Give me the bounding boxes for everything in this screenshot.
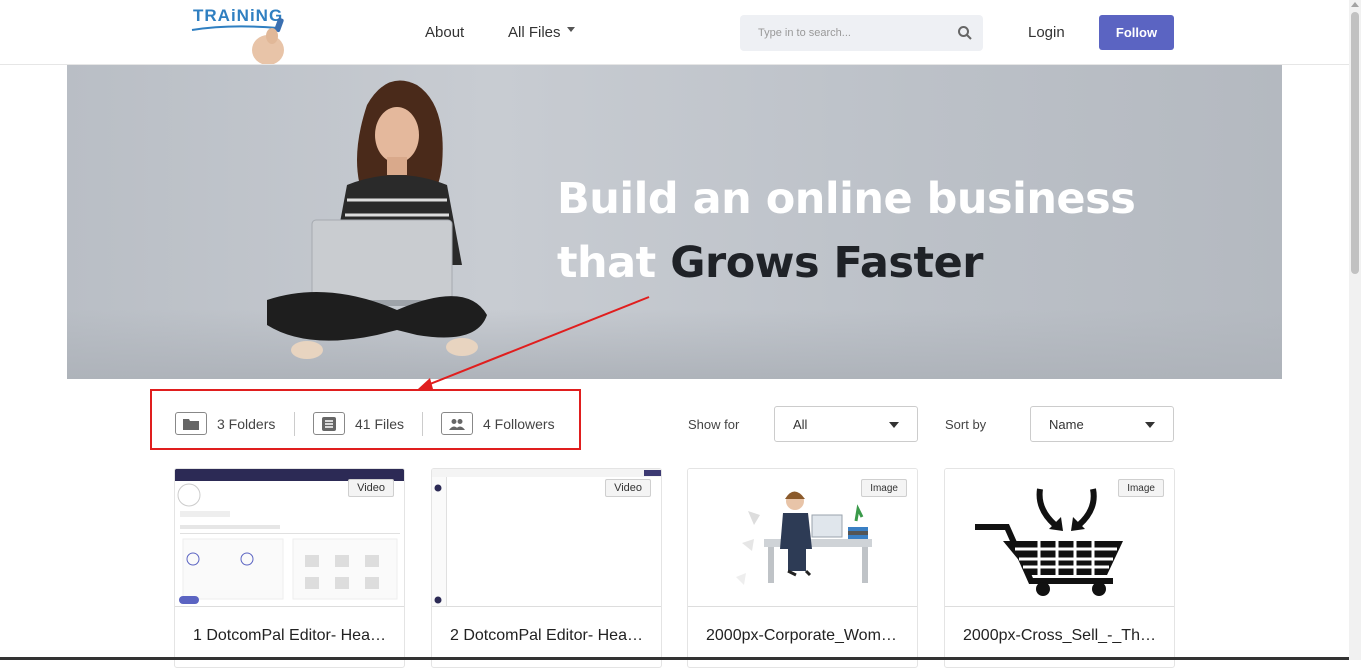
- file-card[interactable]: Video 2 DotcomPal Editor- Hea…: [431, 468, 662, 668]
- banner-headline-that: that: [557, 238, 671, 288]
- top-header: TRAiNiNG About All Files Login Follow: [0, 0, 1349, 65]
- nav-all-files-dropdown[interactable]: All Files: [508, 24, 575, 41]
- search-box: [740, 15, 983, 51]
- stat-divider: [294, 412, 295, 436]
- search-input[interactable]: [740, 27, 940, 39]
- chevron-down-icon: [1145, 422, 1155, 428]
- login-link[interactable]: Login: [1028, 24, 1065, 41]
- stat-divider: [422, 412, 423, 436]
- stat-files[interactable]: 41 Files: [313, 412, 404, 435]
- video-thumbnail: Video: [432, 469, 661, 607]
- card-type-badge: Image: [1118, 479, 1164, 497]
- show-for-label: Show for: [688, 417, 740, 432]
- follow-button[interactable]: Follow: [1099, 15, 1174, 50]
- show-for-value: All: [793, 416, 808, 432]
- file-card[interactable]: Video 1 DotcomPal Editor- Hea…: [174, 468, 405, 668]
- banner-headline: Build an online business that Grows Fast…: [557, 167, 1136, 295]
- scroll-up-arrow-icon[interactable]: [1351, 2, 1359, 7]
- banner-headline-line1: Build an online business: [557, 174, 1136, 224]
- followers-icon: [441, 412, 473, 435]
- stat-files-label: 41 Files: [355, 415, 405, 432]
- banner-headline-grows-faster: Grows Faster: [670, 238, 983, 288]
- card-type-badge: Video: [605, 479, 651, 497]
- image-thumbnail: Image: [945, 469, 1174, 607]
- banner-headline-line2: that Grows Faster: [557, 231, 1135, 295]
- hand-pen-icon: [252, 17, 284, 64]
- woman-with-laptop-illustration: [267, 80, 487, 359]
- page-scrollbar[interactable]: [1349, 0, 1361, 660]
- card-type-badge: Video: [348, 479, 394, 497]
- card-title[interactable]: 2000px-Corporate_Wom…: [706, 627, 906, 645]
- video-thumbnail: Video: [175, 469, 404, 607]
- stat-followers[interactable]: 4 Followers: [441, 412, 555, 435]
- nav-all-files-label: All Files: [508, 24, 561, 41]
- training-logo[interactable]: TRAiNiNG: [190, 2, 300, 64]
- card-title[interactable]: 2 DotcomPal Editor- Hea…: [450, 627, 650, 645]
- scrollbar-thumb[interactable]: [1351, 12, 1359, 274]
- hero-banner: Build an online business that Grows Fast…: [67, 65, 1282, 379]
- sort-by-label: Sort by: [945, 417, 987, 432]
- card-type-badge: Image: [861, 479, 907, 497]
- show-for-select[interactable]: All: [774, 406, 918, 442]
- sort-by-select[interactable]: Name: [1030, 406, 1174, 442]
- card-title[interactable]: 1 DotcomPal Editor- Hea…: [193, 627, 393, 645]
- stat-followers-label: 4 Followers: [483, 415, 555, 432]
- image-thumbnail: Image: [688, 469, 917, 607]
- stat-folders-label: 3 Folders: [217, 415, 276, 432]
- file-card[interactable]: Image 2000px-Cross_Sell_-_Th…: [944, 468, 1175, 668]
- chevron-down-icon: [889, 422, 899, 428]
- nav-about-link[interactable]: About: [425, 24, 464, 41]
- card-title[interactable]: 2000px-Cross_Sell_-_Th…: [963, 627, 1163, 645]
- folder-icon: [175, 412, 207, 435]
- sort-by-value: Name: [1049, 416, 1084, 432]
- search-icon[interactable]: [957, 25, 973, 41]
- caret-down-icon: [566, 27, 575, 32]
- file-card[interactable]: Image 2000px-Corporate_Wom…: [687, 468, 918, 668]
- file-list-icon: [313, 412, 345, 435]
- stat-folders[interactable]: 3 Folders: [175, 412, 275, 435]
